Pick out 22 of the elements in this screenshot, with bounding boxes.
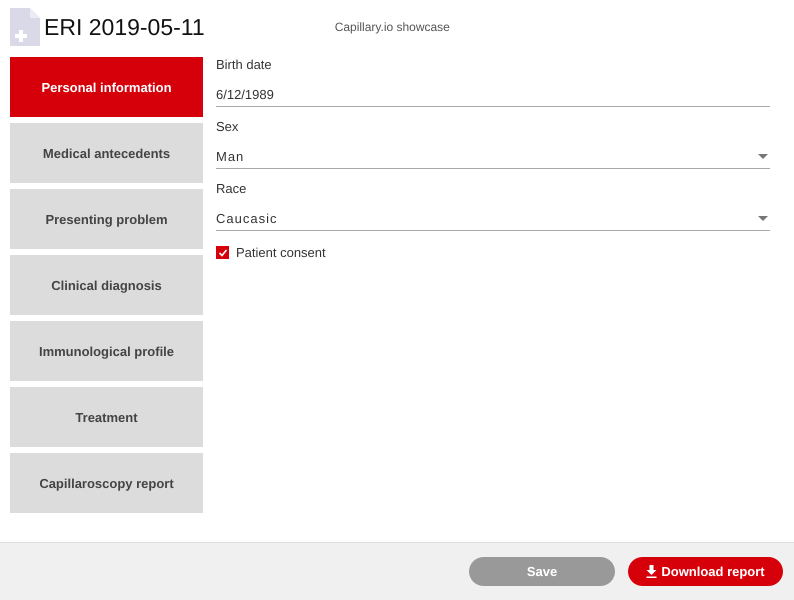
sidebar-tab[interactable]: Personal information — [10, 57, 203, 117]
checkbox-label: Patient consent — [236, 245, 326, 260]
medical-document-icon — [10, 8, 40, 46]
select-field[interactable]: Man — [216, 144, 770, 169]
sidebar-tab[interactable]: Clinical diagnosis — [10, 255, 203, 315]
checkbox[interactable] — [216, 246, 229, 259]
download-button[interactable]: Download report — [628, 557, 783, 586]
select-field[interactable]: Caucasic — [216, 206, 770, 231]
sidebar-tab[interactable]: Presenting problem — [10, 189, 203, 249]
field-label: Race — [216, 181, 246, 196]
field-label: Sex — [216, 119, 238, 134]
document-title: ERI 2019-05-11 — [44, 14, 205, 40]
sidebar-tab[interactable]: Immunological profile — [10, 321, 203, 381]
caret-icon — [758, 216, 768, 220]
field-label: Birth date — [216, 57, 272, 72]
sidebar-tab[interactable]: Capillaroscopy report — [10, 453, 203, 513]
caret-icon — [758, 154, 768, 158]
sidebar-tab[interactable]: Medical antecedents — [10, 123, 203, 183]
app-subtitle: Capillary.io showcase — [334, 20, 450, 34]
sidebar-tab[interactable]: Treatment — [10, 387, 203, 447]
download-icon — [646, 565, 658, 578]
input-field[interactable]: 6/12/1989 — [216, 82, 770, 107]
